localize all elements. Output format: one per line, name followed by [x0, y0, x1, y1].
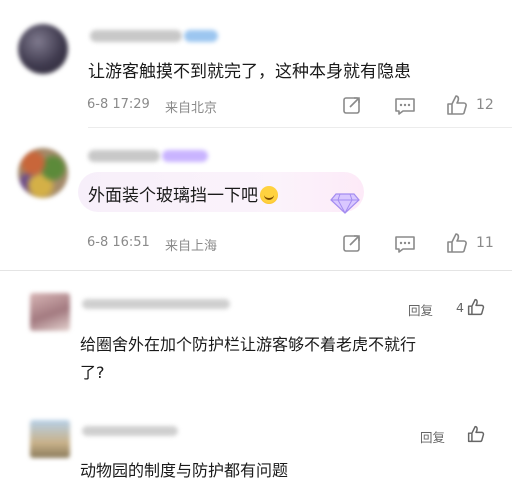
avatar[interactable] [30, 420, 70, 458]
comment-icon[interactable] [394, 234, 416, 254]
avatar[interactable] [18, 148, 68, 198]
like-count: 4 [456, 300, 464, 315]
divider [0, 270, 512, 271]
username-redacted[interactable] [82, 299, 230, 309]
comment-date: 6-8 16:51 [87, 235, 150, 250]
comment-text-line1: 给圈舍外在加个防护栏让游客够不着老虎不就行 [80, 335, 417, 354]
username-redacted[interactable] [88, 150, 160, 162]
comment-icon[interactable] [394, 96, 416, 116]
reply-button[interactable]: 回复 [408, 300, 433, 319]
thumbs-up-icon[interactable] [446, 94, 468, 116]
username-redacted[interactable] [82, 426, 178, 436]
comment-location: 来自北京 [165, 101, 218, 116]
diamond-badge-icon [330, 192, 360, 214]
comment-text: 让游客触摸不到就完了，这种本身就有隐患 [88, 62, 411, 82]
avatar[interactable] [30, 293, 70, 331]
reply-button[interactable]: 回复 [420, 427, 445, 446]
user-badge [162, 150, 208, 162]
comment-text: 动物园的制度与防护都有问题 [80, 461, 289, 480]
divider [88, 127, 512, 128]
thumbs-up-icon[interactable] [467, 298, 485, 316]
comment-text: 外面装个玻璃挡一下吧 [88, 181, 278, 206]
thumbs-up-icon[interactable] [446, 232, 468, 254]
thumbs-up-icon[interactable] [467, 425, 485, 443]
comment-location: 来自上海 [165, 239, 218, 254]
like-count: 12 [476, 97, 494, 113]
like-count: 11 [476, 235, 494, 251]
share-icon[interactable] [342, 95, 362, 115]
comment-date: 6-8 17:29 [87, 97, 150, 112]
username-redacted[interactable] [90, 30, 182, 42]
comment-text-content: 外面装个玻璃挡一下吧 [88, 186, 258, 206]
laughing-emoji-icon [260, 186, 278, 204]
avatar[interactable] [18, 24, 68, 74]
user-badge [184, 30, 218, 42]
share-icon[interactable] [342, 233, 362, 253]
comment-text-line2: 了? [80, 363, 105, 382]
